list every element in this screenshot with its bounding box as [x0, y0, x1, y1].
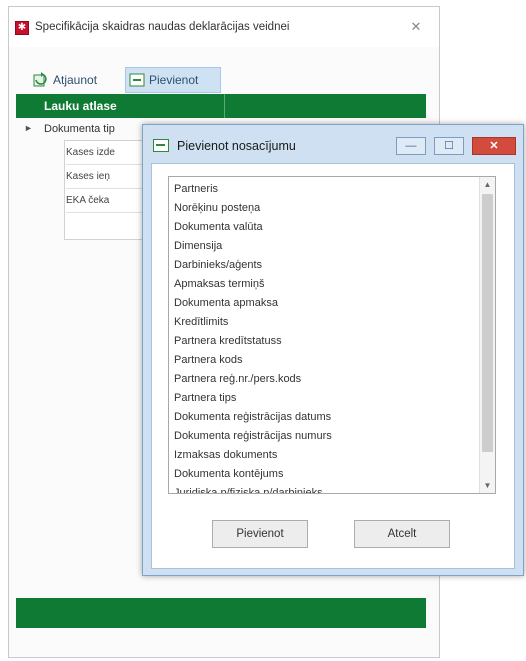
list-item[interactable]: Partnera reģ.nr./pers.kods [174, 370, 301, 389]
dialog-body: Partneris Norēķinu posteņa Dokumenta val… [151, 163, 515, 569]
list-item[interactable]: Partneris [174, 180, 218, 199]
dialog-close-button[interactable]: ✕ [472, 137, 516, 155]
list-item[interactable]: Darbinieks/aģents [174, 256, 262, 275]
footer-bar [16, 598, 426, 628]
condition-listbox[interactable]: Partneris Norēķinu posteņa Dokumenta val… [168, 176, 496, 494]
refresh-button[interactable]: Atjaunot [33, 67, 125, 93]
list-item[interactable]: Dokumenta reģistrācijas datums [174, 408, 331, 427]
group-label: Dokumenta tip [44, 123, 115, 135]
list-item[interactable]: Izmaksas dokuments [174, 446, 277, 465]
expand-arrow-icon[interactable]: ► [24, 123, 33, 133]
grid-column-header[interactable]: Lauku atlase [44, 94, 225, 118]
list-item[interactable]: Kredītlimits [174, 313, 228, 332]
list-item[interactable]: Dokumenta reģistrācijas numurs [174, 427, 332, 446]
subgrid-row[interactable]: EKA čeka [66, 190, 154, 213]
main-window-title: Specifikācija skaidras naudas deklarācij… [35, 21, 290, 33]
cancel-button[interactable]: Atcelt [354, 520, 450, 548]
minimize-button[interactable]: — [396, 137, 426, 155]
add-condition-dialog: Pievienot nosacījumu — ☐ ✕ Partneris Nor… [142, 124, 524, 576]
add-condition-icon [129, 73, 145, 87]
scroll-up-icon[interactable]: ▲ [480, 177, 495, 192]
add-button[interactable]: Pievienot [125, 67, 221, 93]
add-label: Pievienot [149, 73, 199, 87]
dialog-title: Pievienot nosacījumu [177, 139, 296, 153]
list-item[interactable]: Dimensija [174, 237, 222, 256]
main-titlebar[interactable]: ✱ Specifikācija skaidras naudas deklarāc… [9, 7, 439, 47]
dialog-app-icon [153, 139, 169, 152]
grid-header: Lauku atlase [16, 94, 426, 118]
refresh-icon [33, 72, 47, 87]
list-scrollbar[interactable]: ▲ ▼ [479, 177, 495, 493]
list-item[interactable]: Apmaksas termiņš [174, 275, 264, 294]
scroll-down-icon[interactable]: ▼ [480, 478, 495, 493]
app-icon: ✱ [15, 21, 29, 35]
list-item[interactable]: Dokumenta kontējums [174, 465, 283, 484]
list-item[interactable]: Dokumenta valūta [174, 218, 263, 237]
list-item[interactable]: Partnera tips [174, 389, 236, 408]
list-item[interactable]: Dokumenta apmaksa [174, 294, 278, 313]
subgrid-row[interactable]: Kases izde [66, 142, 154, 165]
list-item[interactable]: Norēķinu posteņa [174, 199, 260, 218]
list-item[interactable]: Partnera kods [174, 351, 242, 370]
scroll-thumb[interactable] [482, 194, 493, 452]
list-item[interactable]: Partnera kredītstatuss [174, 332, 282, 351]
main-close-button[interactable]: ✕ [407, 19, 425, 35]
refresh-label: Atjaunot [53, 73, 98, 87]
subgrid-row[interactable]: Kases ieņ [66, 166, 154, 189]
add-confirm-button[interactable]: Pievienot [212, 520, 308, 548]
maximize-button[interactable]: ☐ [434, 137, 464, 155]
list-item[interactable]: Juridiska p/fiziska p/darbinieks [174, 484, 323, 493]
